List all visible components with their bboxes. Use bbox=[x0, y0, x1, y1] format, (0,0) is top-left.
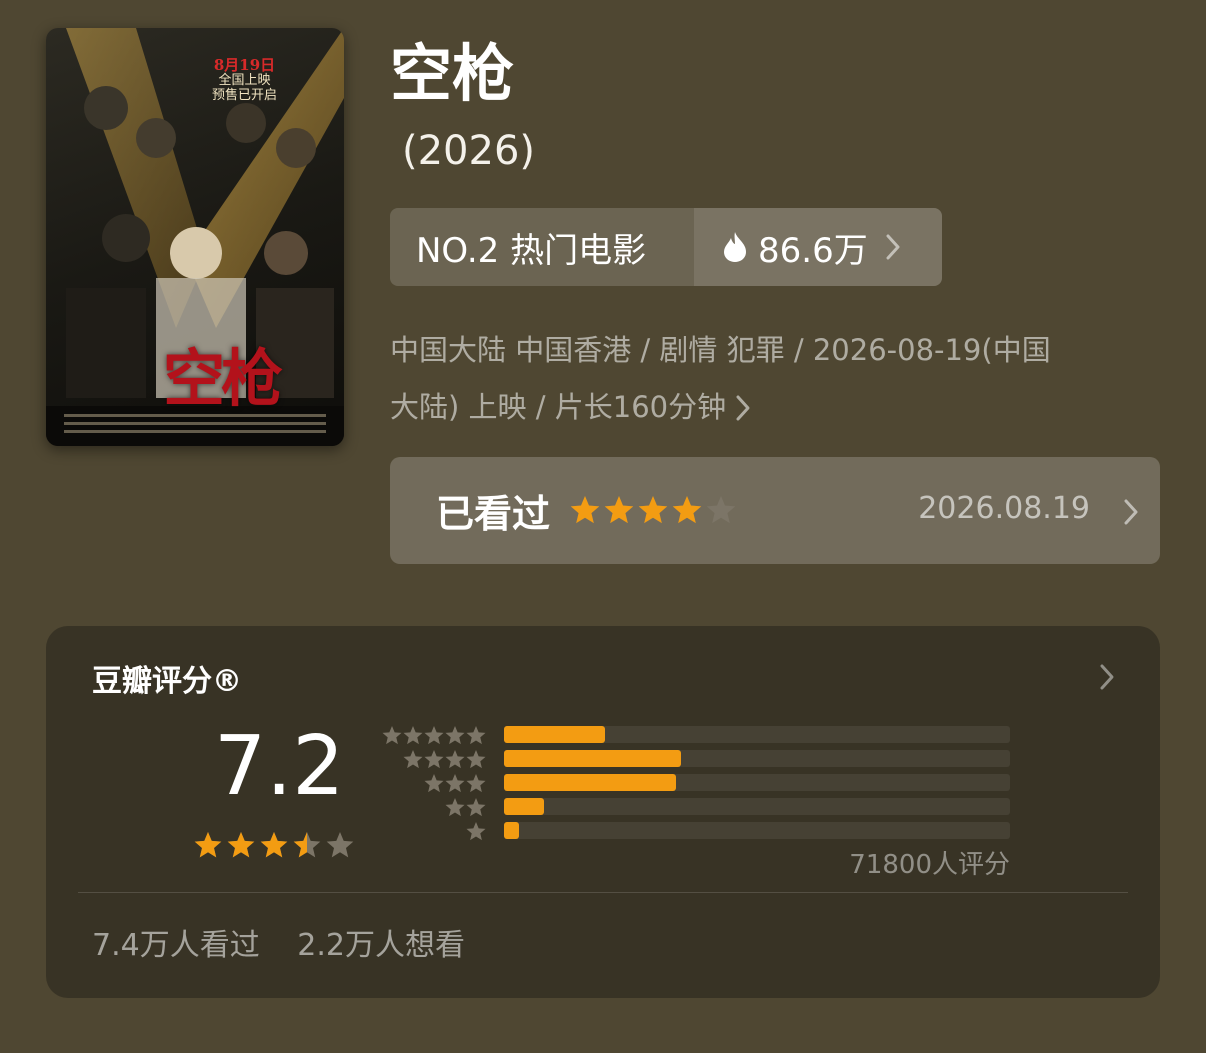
star-icon bbox=[445, 750, 465, 769]
audience-stats: 7.4万人看过 2.2万人想看 bbox=[92, 920, 465, 964]
watched-status-button[interactable]: 已看过 2026.08.19 bbox=[390, 457, 1160, 564]
star-filled-icon bbox=[194, 832, 222, 858]
star-filled-icon bbox=[638, 495, 668, 523]
watched-label: 已看过 bbox=[436, 492, 551, 536]
rank-label: NO.2 热门电影 bbox=[416, 230, 647, 271]
distribution-bar-track bbox=[504, 750, 1010, 767]
star-filled-icon bbox=[227, 832, 255, 858]
star-icon bbox=[424, 774, 444, 793]
douban-score-value: 7.2 bbox=[214, 719, 345, 814]
star-filled-icon bbox=[672, 495, 702, 523]
distribution-bar-track bbox=[504, 774, 1010, 791]
star-icon bbox=[466, 798, 486, 817]
star-icon bbox=[403, 750, 423, 769]
distribution-stars bbox=[445, 798, 486, 817]
want-count: 2.2万人想看 bbox=[297, 928, 465, 963]
star-icon bbox=[326, 832, 354, 858]
movie-meta-info[interactable]: 中国大陆 中国香港 / 剧情 犯罪 / 2026-08-19(中国 大陆) 上映… bbox=[390, 322, 1150, 436]
distribution-stars bbox=[382, 726, 486, 745]
star-filled-icon bbox=[260, 832, 288, 858]
watched-date: 2026.08.19 bbox=[918, 491, 1090, 526]
star-icon bbox=[445, 798, 465, 817]
star-icon bbox=[424, 726, 444, 745]
distribution-bar-track bbox=[504, 822, 1010, 839]
chevron-right-icon[interactable] bbox=[1098, 662, 1116, 692]
star-filled-icon bbox=[570, 495, 600, 523]
distribution-bar-track bbox=[504, 798, 1010, 815]
poster-title-art: 空枪 bbox=[162, 342, 283, 415]
poster-release-date: 8月19日 全国上映 预售已开启 bbox=[212, 56, 278, 104]
douban-score-heading: 豆瓣评分® bbox=[92, 664, 242, 699]
star-icon bbox=[424, 750, 444, 769]
meta-line-1: 中国大陆 中国香港 / 剧情 犯罪 / 2026-08-19(中国 bbox=[390, 333, 1051, 367]
star-icon bbox=[466, 750, 486, 769]
movie-year: (2026) bbox=[402, 128, 536, 174]
watched-count: 7.4万人看过 bbox=[92, 928, 260, 963]
heat-value: 86.6万 bbox=[758, 230, 868, 271]
meta-line-2-wrap: 大陆) 上映 / 片长160分钟 bbox=[390, 379, 1150, 436]
star-icon bbox=[403, 726, 423, 745]
distribution-bar bbox=[504, 750, 682, 767]
star-filled-icon bbox=[604, 495, 634, 523]
douban-score-card[interactable]: 豆瓣评分® 7.2 71800人评分 7.4万人看过 2.2万人想看 bbox=[46, 626, 1160, 998]
rater-count: 71800人评分 bbox=[849, 850, 1010, 880]
star-icon bbox=[466, 822, 486, 841]
distribution-bar bbox=[504, 798, 545, 815]
heat-count[interactable]: 86.6万 bbox=[694, 208, 942, 286]
distribution-bar bbox=[504, 774, 677, 791]
chevron-right-icon bbox=[886, 234, 900, 260]
movie-title: 空枪 bbox=[390, 37, 515, 110]
flame-icon bbox=[724, 232, 746, 262]
divider bbox=[78, 892, 1128, 893]
distribution-bar bbox=[504, 822, 520, 839]
chevron-right-icon bbox=[736, 395, 750, 420]
distribution-stars bbox=[424, 774, 486, 793]
distribution-bar bbox=[504, 726, 606, 743]
star-icon bbox=[445, 774, 465, 793]
distribution-bar-track bbox=[504, 726, 1010, 743]
distribution-stars bbox=[403, 750, 486, 769]
user-rating-stars bbox=[570, 495, 736, 523]
chevron-right-icon bbox=[1124, 499, 1138, 525]
star-icon bbox=[706, 495, 736, 523]
star-icon bbox=[445, 726, 465, 745]
distribution-stars bbox=[466, 822, 486, 841]
star-icon bbox=[466, 726, 486, 745]
douban-score-stars bbox=[194, 832, 354, 858]
star-icon bbox=[466, 774, 486, 793]
meta-line-2: 大陆) 上映 / 片长160分钟 bbox=[390, 390, 727, 424]
ranking-badge[interactable]: NO.2 热门电影 86.6万 bbox=[390, 208, 942, 286]
movie-poster[interactable]: 8月19日 全国上映 预售已开启 空枪 bbox=[46, 28, 344, 446]
star-icon bbox=[382, 726, 402, 745]
